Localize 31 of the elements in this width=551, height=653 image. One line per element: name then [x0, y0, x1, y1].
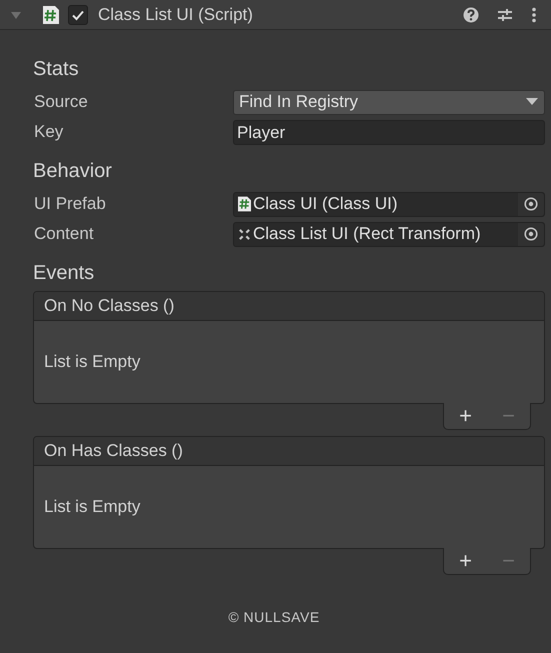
enable-checkbox[interactable] [68, 4, 88, 24]
more-options-icon[interactable] [531, 6, 537, 22]
rect-transform-icon [238, 228, 251, 240]
help-icon[interactable] [463, 6, 479, 22]
dropdown-caret-icon [526, 98, 538, 106]
component-title: Class List UI (Script) [98, 4, 253, 24]
section-title: Events [33, 261, 96, 286]
script-icon [42, 4, 60, 24]
object-picker-button[interactable] [518, 192, 544, 216]
add-button[interactable]: + [459, 405, 472, 427]
empty-list-text: List is Empty [44, 352, 140, 372]
script-icon [238, 196, 251, 212]
event-title: On Has Classes () [44, 441, 183, 460]
section-title: Behavior [33, 159, 113, 184]
target-icon [524, 197, 538, 211]
event-title: On No Classes () [44, 296, 174, 315]
settings-sliders-icon[interactable] [497, 6, 513, 22]
field-label: Key [33, 122, 64, 142]
key-input-field[interactable]: Player [233, 120, 545, 144]
object-picker-button[interactable] [518, 222, 544, 246]
field-label: UI Prefab [33, 194, 107, 214]
copyright-text: © NULLSAVE [227, 609, 321, 625]
object-field-value[interactable]: Class UI (Class UI) [253, 194, 518, 214]
section-title: Stats [33, 57, 80, 82]
empty-list-text: List is Empty [44, 497, 140, 517]
add-button[interactable]: + [459, 550, 472, 572]
field-label: Content [33, 224, 95, 244]
object-field-value[interactable]: Class List UI (Rect Transform) [253, 224, 518, 244]
target-icon [524, 227, 538, 241]
field-label: Source [33, 92, 89, 112]
source-dropdown[interactable]: Find In Registry [233, 90, 545, 114]
